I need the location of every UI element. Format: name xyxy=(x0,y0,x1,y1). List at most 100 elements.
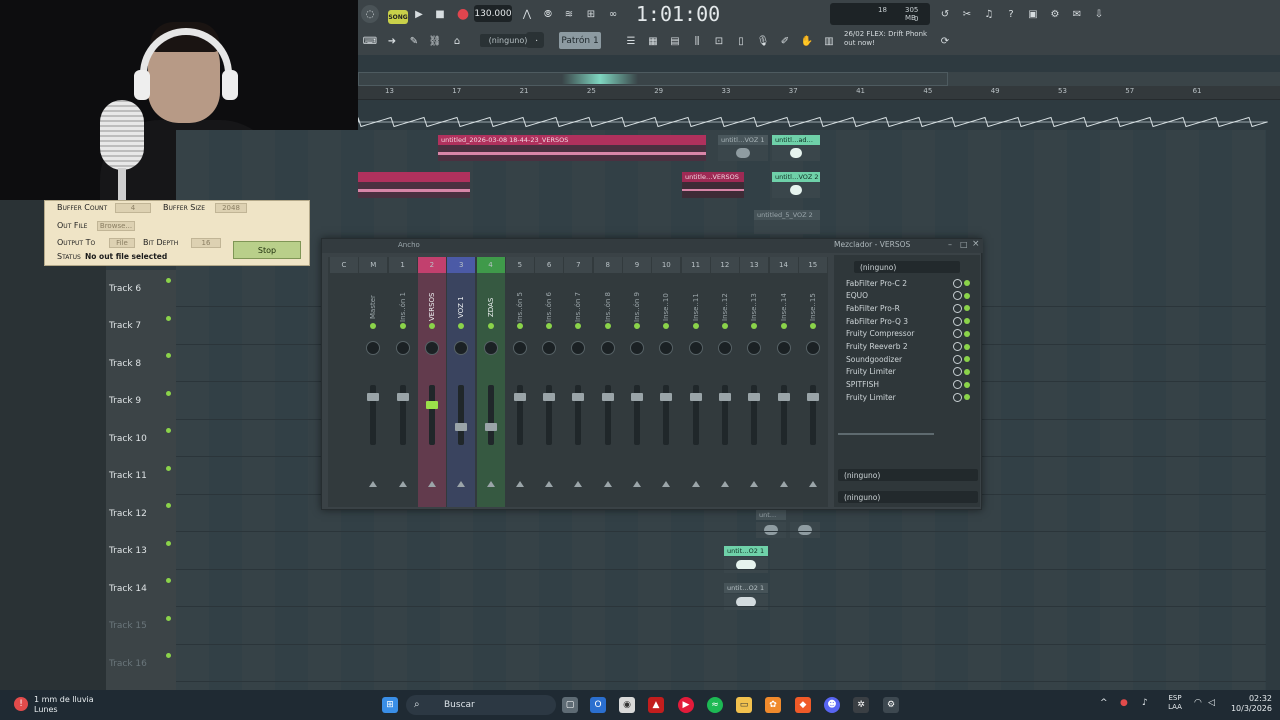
channel-mute-led[interactable] xyxy=(809,323,816,329)
fx-mix-knob-icon[interactable] xyxy=(953,354,962,364)
capcut-icon[interactable]: ▲ xyxy=(648,697,664,713)
route-arrow-icon[interactable] xyxy=(545,481,554,487)
volume-fader[interactable] xyxy=(458,385,465,445)
route-arrow-icon[interactable] xyxy=(427,481,436,487)
fx-slot[interactable]: Soundgoodizer xyxy=(838,353,972,365)
route-arrow-icon[interactable] xyxy=(808,481,817,487)
windows-start-icon[interactable]: ⊞ xyxy=(382,697,398,713)
tray-mic-icon[interactable]: ♪ xyxy=(1142,698,1148,708)
pan-knob[interactable] xyxy=(366,341,381,355)
route-arrow-icon[interactable] xyxy=(720,481,729,487)
fader-handle[interactable] xyxy=(601,393,614,401)
mic-icon[interactable]: 🎙 xyxy=(754,32,772,50)
mixer-channel[interactable]: 2 VERSOS xyxy=(417,257,446,507)
brush-icon[interactable]: ✐ xyxy=(776,32,794,50)
clip-voz1-wave[interactable] xyxy=(718,145,768,161)
tempo-display[interactable]: 130.000 xyxy=(474,5,512,22)
fx-slot[interactable]: FabFilter Pro-R xyxy=(838,302,972,314)
playlist-icon[interactable]: ☰ xyxy=(622,32,640,50)
browser-icon[interactable]: ▯ xyxy=(732,32,750,50)
channel-mute-led[interactable] xyxy=(634,323,640,329)
loop-record-icon[interactable]: ∞ xyxy=(604,5,622,23)
volume-fader[interactable] xyxy=(487,385,494,445)
fader-handle[interactable] xyxy=(543,393,556,401)
help-icon[interactable]: ? xyxy=(1002,5,1020,23)
touch-icon[interactable]: ✋ xyxy=(798,32,816,50)
route-arrow-icon[interactable] xyxy=(515,481,524,487)
brave-icon[interactable]: ◆ xyxy=(795,697,811,713)
fl-studio-icon[interactable]: ✿ xyxy=(765,697,781,713)
channel-mute-led[interactable] xyxy=(721,323,728,329)
tray-app-icon[interactable]: ● xyxy=(1120,698,1128,708)
pan-knob[interactable] xyxy=(688,341,703,355)
track-label[interactable]: Track 6 xyxy=(106,270,176,307)
pan-knob[interactable] xyxy=(630,341,644,355)
clip-versos-left-wave[interactable] xyxy=(358,182,470,198)
fx-mix-knob-icon[interactable] xyxy=(953,278,962,288)
clip-adlib-1-wave[interactable] xyxy=(772,145,820,161)
close-icon[interactable]: × xyxy=(972,239,980,249)
weather-icon[interactable]: ! xyxy=(14,697,28,711)
template-icon[interactable]: ▥ xyxy=(820,32,838,50)
output-to-field[interactable]: File xyxy=(109,238,135,248)
play-button[interactable]: ▶ xyxy=(410,5,428,23)
mixer-channel[interactable]: 1 Ins..ón 1 xyxy=(388,257,417,507)
discord-icon[interactable]: ☻ xyxy=(824,697,840,713)
task-view-icon[interactable]: ▢ xyxy=(562,697,578,713)
download-icon[interactable]: ⇩ xyxy=(1090,5,1108,23)
song-mode-button[interactable]: SONG xyxy=(388,10,408,24)
route-arrow-icon[interactable] xyxy=(457,481,466,487)
piano-roll-icon[interactable]: ▦ xyxy=(644,32,662,50)
step-edit-icon[interactable]: ⊞ xyxy=(582,5,600,23)
pan-knob[interactable] xyxy=(571,341,586,355)
taskbar-search[interactable]: Buscar xyxy=(406,695,556,715)
fader-handle[interactable] xyxy=(660,393,673,401)
weather-widget[interactable]: 1 mm de lluvia Lunes xyxy=(34,695,114,715)
fx-slot[interactable]: Fruity Reeverb 2 xyxy=(838,341,972,353)
clip-adlib-2-wave[interactable] xyxy=(772,182,820,198)
track-row[interactable] xyxy=(176,608,1266,645)
mixer-channel[interactable]: 13 Inse..13 xyxy=(740,257,769,507)
track-mute-led[interactable] xyxy=(166,578,171,583)
arrow-icon[interactable]: ➜ xyxy=(383,32,401,50)
cut-icon[interactable]: ✂ xyxy=(958,5,976,23)
track-mute-led[interactable] xyxy=(166,390,171,396)
fader-handle[interactable] xyxy=(777,393,790,401)
fader-handle[interactable] xyxy=(396,393,409,401)
channel-mute-led[interactable] xyxy=(692,323,699,329)
fader-handle[interactable] xyxy=(425,401,438,409)
track-label[interactable]: Track 15 xyxy=(106,608,176,645)
file-explorer-icon[interactable]: ▭ xyxy=(736,697,752,713)
pan-knob[interactable] xyxy=(395,341,410,355)
track-label[interactable]: Track 8 xyxy=(106,345,176,382)
stamp-icon[interactable]: ⌂ xyxy=(448,32,466,50)
track-label[interactable]: Track 9 xyxy=(106,383,176,420)
overview-scroll-window[interactable] xyxy=(358,72,948,86)
keyboard-icon[interactable]: ⌨ xyxy=(361,32,379,50)
output-select-2[interactable]: (ninguno) xyxy=(838,491,978,503)
browse-button[interactable]: Browse... xyxy=(97,221,135,231)
mixer-channel[interactable]: 11 Inse..11 xyxy=(681,257,710,507)
audio-settings-icon[interactable]: ♫ xyxy=(980,5,998,23)
route-arrow-icon[interactable] xyxy=(662,481,671,487)
mixer-titlebar[interactable]: Ancho Mezclador - VERSOS – □ × xyxy=(322,239,983,253)
pan-knob[interactable] xyxy=(717,341,732,355)
news-panel[interactable]: 26/02 FLEX: Drift Phonk out now! xyxy=(844,30,954,52)
mixer-channel[interactable]: 5 Ins..ón 5 xyxy=(505,257,534,507)
save-icon[interactable]: ▣ xyxy=(1024,5,1042,23)
mixer-channel[interactable]: 6 Ins..ón 6 xyxy=(535,257,564,507)
input-select[interactable]: (ninguno) xyxy=(854,261,960,273)
taskbar-clock[interactable]: 02:32 10/3/2026 xyxy=(1228,694,1272,714)
route-arrow-icon[interactable] xyxy=(369,481,378,487)
fx-enable-led[interactable] xyxy=(964,343,970,350)
outlook-icon[interactable]: O xyxy=(590,697,606,713)
fx-enable-led[interactable] xyxy=(964,305,970,312)
route-arrow-icon[interactable] xyxy=(633,481,641,487)
fader-handle[interactable] xyxy=(718,393,731,401)
fx-slot[interactable]: FabFilter Pro-Q 3 xyxy=(838,315,972,327)
fx-mix-knob-icon[interactable] xyxy=(953,342,962,351)
mixer-channel[interactable]: 15 Inse..15 xyxy=(798,257,827,507)
channel-mute-led[interactable] xyxy=(780,323,787,329)
plugin-icon[interactable]: ⚙ xyxy=(1046,5,1064,23)
track-row[interactable] xyxy=(176,533,1266,570)
